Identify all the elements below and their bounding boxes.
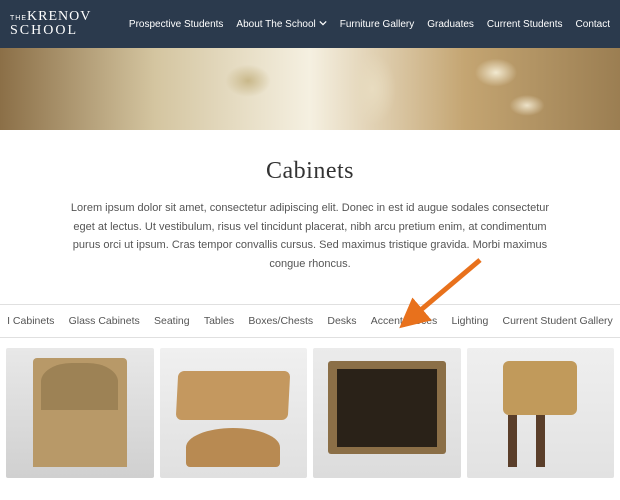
- nav-furniture-gallery[interactable]: Furniture Gallery: [340, 19, 414, 30]
- title-section: Cabinets: [0, 130, 620, 199]
- logo-name-bottom: SCHOOL: [10, 24, 91, 38]
- nav-contact[interactable]: Contact: [576, 19, 610, 30]
- page-title: Cabinets: [0, 158, 620, 185]
- cat-current-student-gallery[interactable]: Current Student Gallery: [498, 315, 616, 327]
- nav-about-school[interactable]: About The School: [236, 19, 326, 30]
- gallery-grid: [0, 338, 620, 478]
- cat-cabinets[interactable]: I Cabinets: [3, 315, 58, 327]
- hero-image: [0, 48, 620, 130]
- cat-boxes-chests[interactable]: Boxes/Chests: [244, 315, 317, 327]
- nav-current-students[interactable]: Current Students: [487, 19, 563, 30]
- description-section: Lorem ipsum dolor sit amet, consectetur …: [0, 199, 620, 304]
- nav-prospective-students[interactable]: Prospective Students: [129, 19, 224, 30]
- gallery-thumb[interactable]: [467, 348, 615, 478]
- gallery-thumb[interactable]: [6, 348, 154, 478]
- cat-accent-pieces[interactable]: Accent Pieces: [367, 315, 442, 327]
- logo-name-top: KRENOV: [27, 10, 91, 24]
- cat-tables[interactable]: Tables: [200, 315, 238, 327]
- cat-lighting[interactable]: Lighting: [448, 315, 493, 327]
- top-nav: THEKRENOV SCHOOL Prospective Students Ab…: [0, 0, 620, 48]
- chevron-down-icon: [319, 19, 327, 30]
- page-description: Lorem ipsum dolor sit amet, consectetur …: [70, 199, 550, 274]
- cat-glass-cabinets[interactable]: Glass Cabinets: [65, 315, 144, 327]
- cat-seating[interactable]: Seating: [150, 315, 194, 327]
- gallery-thumb[interactable]: [160, 348, 308, 478]
- category-nav: I Cabinets Glass Cabinets Seating Tables…: [0, 304, 620, 338]
- gallery-thumb[interactable]: [313, 348, 461, 478]
- nav-graduates[interactable]: Graduates: [427, 19, 474, 30]
- logo-prefix: THE: [10, 15, 27, 22]
- cat-desks[interactable]: Desks: [323, 315, 360, 327]
- logo[interactable]: THEKRENOV SCHOOL: [10, 10, 91, 38]
- nav-links: Prospective Students About The School Fu…: [129, 19, 610, 30]
